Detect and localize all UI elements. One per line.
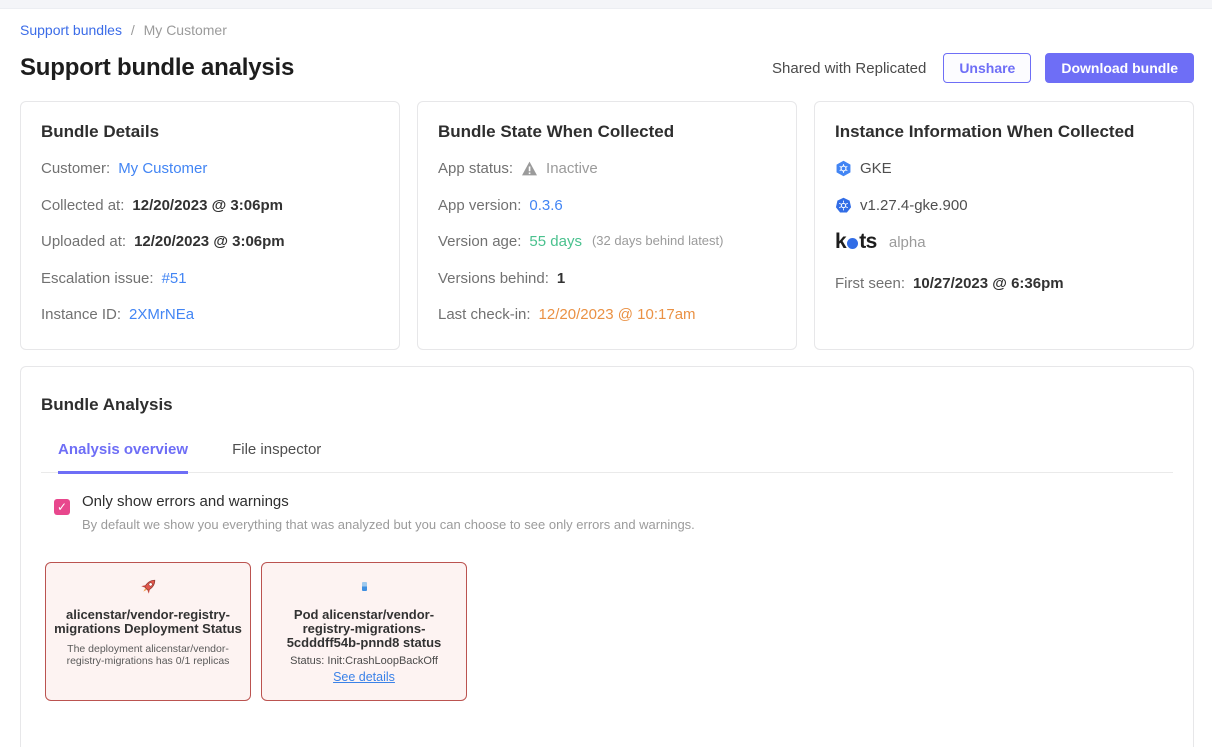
analysis-card-title: Pod alicenstar/vendor-registry-migration… [270,608,458,651]
app-status-row: App status: Inactive [438,159,776,179]
pod-icon [270,575,458,599]
instance-id-row: Instance ID: 2XMrNEa [41,305,379,325]
versions-behind-row: Versions behind: 1 [438,269,776,289]
uploaded-at-label: Uploaded at: [41,232,126,252]
only-errors-checkbox[interactable]: ✓ [54,499,70,515]
breadcrumb: Support bundles / My Customer [20,22,1194,38]
breadcrumb-link-support-bundles[interactable]: Support bundles [20,22,122,38]
bundle-analysis-title: Bundle Analysis [41,395,1173,415]
instance-id-link[interactable]: 2XMrNEa [129,305,194,325]
collected-at-row: Collected at: 12/20/2023 @ 3:06pm [41,196,379,216]
collected-at-label: Collected at: [41,196,124,216]
warning-icon [521,161,538,176]
app-status-value: Inactive [546,159,598,179]
app-version-label: App version: [438,196,521,216]
see-details-link[interactable]: See details [333,670,395,684]
instance-info-title: Instance Information When Collected [835,122,1173,142]
version-age-note: (32 days behind latest) [592,233,724,250]
uploaded-at-row: Uploaded at: 12/20/2023 @ 3:06pm [41,232,379,252]
first-seen-value: 10/27/2023 @ 6:36pm [913,274,1064,294]
analysis-card-deployment-status[interactable]: alicenstar/vendor-registry-migrations De… [45,562,251,702]
analysis-card-title: alicenstar/vendor-registry-migrations De… [54,608,242,637]
collected-at-value: 12/20/2023 @ 3:06pm [132,196,283,216]
filter-description: By default we show you everything that w… [82,517,695,532]
version-age-label: Version age: [438,232,521,252]
app-status-label: App status: [438,159,513,179]
download-bundle-button[interactable]: Download bundle [1045,53,1194,83]
app-version-row: App version: 0.3.6 [438,196,776,216]
filter-label[interactable]: Only show errors and warnings [82,493,695,510]
escalation-issue-label: Escalation issue: [41,269,154,289]
kots-row: kts alpha [835,230,1173,254]
bundle-analysis-card: Bundle Analysis Analysis overview File i… [20,366,1194,747]
kubernetes-icon [835,197,852,214]
customer-link[interactable]: My Customer [118,159,207,179]
bundle-details-title: Bundle Details [41,122,379,142]
page-header: Support bundle analysis Shared with Repl… [20,53,1194,83]
uploaded-at-value: 12/20/2023 @ 3:06pm [134,232,285,252]
bundle-state-card: Bundle State When Collected App status: … [417,101,797,350]
app-version-link[interactable]: 0.3.6 [529,196,562,216]
bundle-state-title: Bundle State When Collected [438,122,776,142]
kots-logo-dot [847,238,858,249]
breadcrumb-separator: / [131,22,135,38]
top-strip [0,0,1212,9]
analysis-card-description: The deployment alicenstar/vendor-registr… [54,643,242,667]
tab-file-inspector[interactable]: File inspector [232,441,321,474]
escalation-issue-row: Escalation issue: #51 [41,269,379,289]
k8s-version-value: v1.27.4-gke.900 [860,196,968,216]
last-checkin-row: Last check-in: 12/20/2023 @ 10:17am [438,305,776,325]
versions-behind-label: Versions behind: [438,269,549,289]
analysis-results: alicenstar/vendor-registry-migrations De… [45,562,1173,702]
filter-row: ✓ Only show errors and warnings By defau… [54,493,1173,532]
analysis-card-status: Status: Init:CrashLoopBackOff [270,655,458,667]
page-title: Support bundle analysis [20,54,294,82]
last-checkin-label: Last check-in: [438,305,531,325]
bundle-details-card: Bundle Details Customer: My Customer Col… [20,101,400,350]
analysis-tabs: Analysis overview File inspector [41,441,1173,473]
distribution-row: GKE [835,159,1173,179]
last-checkin-value: 12/20/2023 @ 10:17am [539,305,696,325]
kots-logo: kts [835,230,877,254]
rocket-icon [54,575,242,599]
customer-label: Customer: [41,159,110,179]
gke-icon [835,160,852,177]
info-cards-row: Bundle Details Customer: My Customer Col… [20,101,1194,350]
breadcrumb-current: My Customer [144,22,227,38]
header-actions: Shared with Replicated Unshare Download … [772,53,1194,83]
version-age-value: 55 days [529,232,582,252]
distribution-value: GKE [860,159,892,179]
shared-status-label: Shared with Replicated [772,60,926,77]
support-bundle-analysis-page: Support bundles / My Customer Support bu… [0,22,1212,747]
first-seen-label: First seen: [835,274,905,294]
first-seen-row: First seen: 10/27/2023 @ 6:36pm [835,274,1173,294]
version-age-row: Version age: 55 days (32 days behind lat… [438,232,776,252]
filter-text: Only show errors and warnings By default… [82,493,695,532]
k8s-version-row: v1.27.4-gke.900 [835,196,1173,216]
analysis-card-pod-status[interactable]: Pod alicenstar/vendor-registry-migration… [261,562,467,702]
tab-analysis-overview[interactable]: Analysis overview [58,441,188,474]
instance-id-label: Instance ID: [41,305,121,325]
versions-behind-value: 1 [557,269,565,289]
kots-channel-label: alpha [889,234,926,251]
escalation-issue-link[interactable]: #51 [162,269,187,289]
customer-row: Customer: My Customer [41,159,379,179]
instance-info-card: Instance Information When Collected GKE … [814,101,1194,350]
unshare-button[interactable]: Unshare [943,53,1031,83]
